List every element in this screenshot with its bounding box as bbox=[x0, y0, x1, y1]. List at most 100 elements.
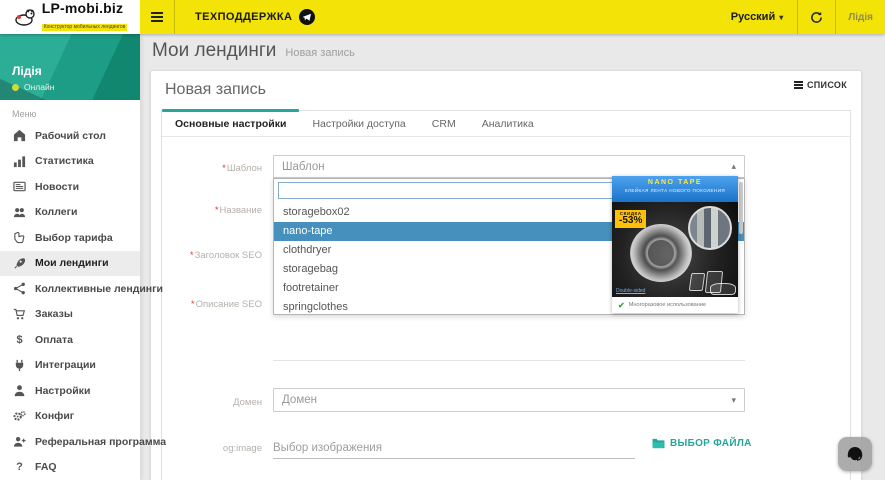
app-screen: LP-mobi.biz Конструктор мобильных лендин… bbox=[0, 0, 885, 480]
preview-header: NANO TAPE КЛЕЙКАЯ ЛЕНТА НОВОГО ПОКОЛЕНИЯ bbox=[612, 176, 738, 202]
seo-description-field-label: *Описание SEO bbox=[190, 299, 262, 310]
discount-badge: СКИДКА -53% bbox=[615, 210, 647, 228]
question-icon: ? bbox=[16, 461, 23, 474]
page-title: Мои лендинги bbox=[152, 40, 277, 61]
domain-select[interactable]: Домен ▾ bbox=[273, 388, 745, 412]
seo-title-field-label: *Заголовок SEO bbox=[189, 250, 262, 261]
news-icon bbox=[13, 181, 26, 192]
tab-crm[interactable]: CRM bbox=[419, 111, 469, 136]
tab-label: CRM bbox=[431, 117, 456, 130]
preview-subtitle: КЛЕЙКАЯ ЛЕНТА НОВОГО ПОКОЛЕНИЯ bbox=[624, 188, 726, 193]
seo-description-underline bbox=[273, 360, 745, 361]
sidebar-item-label: Оплата bbox=[35, 333, 74, 346]
tab-label: Настройки доступа bbox=[312, 117, 406, 130]
sidebar-item-colleagues[interactable]: Коллеги bbox=[0, 200, 140, 226]
sidebar-item-tariff[interactable]: Выбор тарифа bbox=[0, 225, 140, 251]
sidebar-item-label: Выбор тарифа bbox=[35, 231, 113, 244]
sidebar-item-payment[interactable]: $ Оплата bbox=[0, 327, 140, 353]
landings-icon bbox=[14, 258, 26, 269]
og-image-field-label: og:image bbox=[222, 443, 262, 454]
brand-logo[interactable]: LP-mobi.biz Конструктор мобильных лендин… bbox=[0, 0, 140, 34]
brand-title: LP-mobi.biz bbox=[41, 0, 124, 16]
tab-analytics[interactable]: Аналитика bbox=[469, 111, 547, 136]
gears-icon bbox=[13, 410, 26, 421]
dog-logo-icon bbox=[14, 9, 35, 26]
domain-select-placeholder: Домен bbox=[282, 394, 317, 406]
user-icon bbox=[14, 385, 25, 397]
sidebar-item-desktop[interactable]: Рабочий стол bbox=[0, 123, 140, 149]
tab-bar: Основные настройки Настройки доступа CRM… bbox=[162, 109, 850, 137]
list-icon bbox=[793, 80, 803, 90]
support-chat-widget[interactable] bbox=[838, 437, 872, 471]
brand-tagline: Конструктор мобильных лендингов bbox=[41, 24, 128, 31]
template-select-placeholder: Шаблон bbox=[282, 160, 325, 173]
plug-icon bbox=[15, 359, 24, 371]
preview-footer: ✔ Многоразовое использование bbox=[612, 297, 738, 313]
choose-file-label: ВЫБОР ФАЙЛА bbox=[670, 438, 752, 449]
tab-access-settings[interactable]: Настройки доступа bbox=[299, 111, 418, 136]
colleagues-icon bbox=[13, 207, 26, 217]
sidebar-item-label: Коллеги bbox=[35, 206, 78, 219]
sidebar-item-label: Рабочий стол bbox=[35, 129, 106, 142]
sidebar-item-label: Интеграции bbox=[35, 359, 96, 372]
sidebar-item-statistics[interactable]: Статистика bbox=[0, 149, 140, 175]
sidebar-item-label: Настройки bbox=[35, 384, 91, 397]
tech-support-label: ТЕХПОДДЕРЖКА bbox=[195, 11, 293, 23]
dropdown-search-input[interactable] bbox=[278, 182, 614, 199]
tariff-icon bbox=[14, 232, 25, 244]
sidebar-item-label: Статистика bbox=[35, 155, 94, 168]
template-field-label: *Шаблон bbox=[222, 163, 262, 174]
refresh-icon bbox=[811, 11, 823, 23]
stats-icon bbox=[13, 156, 26, 167]
sidebar-item-collective-landings[interactable]: Коллективные лендинги bbox=[0, 276, 163, 302]
caret-up-icon: ▴ bbox=[731, 161, 736, 171]
refresh-button[interactable] bbox=[798, 0, 835, 34]
required-marker: * bbox=[190, 299, 195, 310]
sidebar-item-my-landings[interactable]: Мои лендинги bbox=[0, 250, 140, 276]
domain-field-label: Домен bbox=[233, 397, 262, 408]
template-select[interactable]: Шаблон ▴ bbox=[273, 155, 745, 178]
preview-product-image: СКИДКА -53% Double-sided bbox=[612, 202, 738, 297]
check-icon: ✔ bbox=[618, 300, 625, 310]
og-image-input[interactable]: Выбор изображения bbox=[273, 437, 635, 459]
tab-main-settings[interactable]: Основные настройки bbox=[162, 109, 300, 136]
menu-section-label: Меню bbox=[12, 109, 37, 119]
og-image-placeholder: Выбор изображения bbox=[273, 441, 382, 454]
required-marker: * bbox=[222, 163, 226, 174]
tech-support-button[interactable]: ТЕХПОДДЕРЖКА bbox=[175, 0, 333, 34]
folder-icon bbox=[652, 438, 665, 449]
sidebar-item-label: Новости bbox=[35, 180, 80, 193]
sidebar-item-referral[interactable]: Реферальная программа bbox=[0, 429, 166, 455]
choose-file-button[interactable]: ВЫБОР ФАЙЛА bbox=[652, 438, 752, 449]
online-status-dot bbox=[12, 83, 19, 91]
sidebar-item-integrations[interactable]: Интеграции bbox=[0, 353, 140, 379]
headset-icon bbox=[847, 447, 863, 461]
sidebar-item-label: Заказы bbox=[35, 308, 73, 321]
sidebar-item-label: Реферальная программа bbox=[35, 435, 167, 448]
dropdown-scrollbar[interactable] bbox=[739, 182, 743, 234]
topbar-user-link[interactable]: Лідія bbox=[836, 0, 885, 34]
tab-label: Основные настройки bbox=[175, 117, 287, 130]
sidebar-item-news[interactable]: Новости bbox=[0, 174, 140, 200]
sidebar-item-label: Коллективные лендинги bbox=[35, 282, 163, 295]
sidebar-item-orders[interactable]: Заказы bbox=[0, 302, 140, 328]
sidebar-item-settings[interactable]: Настройки bbox=[0, 378, 140, 404]
sidebar-item-faq[interactable]: ? FAQ bbox=[0, 455, 140, 480]
chevron-down-icon: ▾ bbox=[779, 12, 784, 22]
list-button[interactable]: СПИСОК bbox=[790, 77, 851, 93]
topbar: LP-mobi.biz Конструктор мобильных лендин… bbox=[0, 0, 885, 34]
user-plus-icon bbox=[13, 437, 26, 447]
template-preview-image: NANO TAPE КЛЕЙКАЯ ЛЕНТА НОВОГО ПОКОЛЕНИЯ… bbox=[612, 176, 738, 313]
desktop-icon bbox=[13, 130, 26, 142]
language-selector[interactable]: Русский ▾ bbox=[717, 0, 797, 34]
sidebar-item-label: Конфиг bbox=[35, 410, 75, 423]
required-marker: * bbox=[214, 205, 219, 216]
user-name: Лідія bbox=[12, 64, 42, 78]
sidebar-menu: Рабочий стол Статистика Новости Коллеги … bbox=[0, 123, 166, 480]
menu-toggle-icon[interactable] bbox=[140, 0, 174, 34]
sidebar-user-panel: Лідія Онлайн bbox=[0, 34, 140, 100]
caret-down-icon: ▾ bbox=[731, 394, 736, 405]
sidebar-item-config[interactable]: Конфиг bbox=[0, 404, 140, 430]
list-button-label: СПИСОК bbox=[806, 80, 847, 90]
sidebar-item-label: FAQ bbox=[35, 461, 57, 474]
